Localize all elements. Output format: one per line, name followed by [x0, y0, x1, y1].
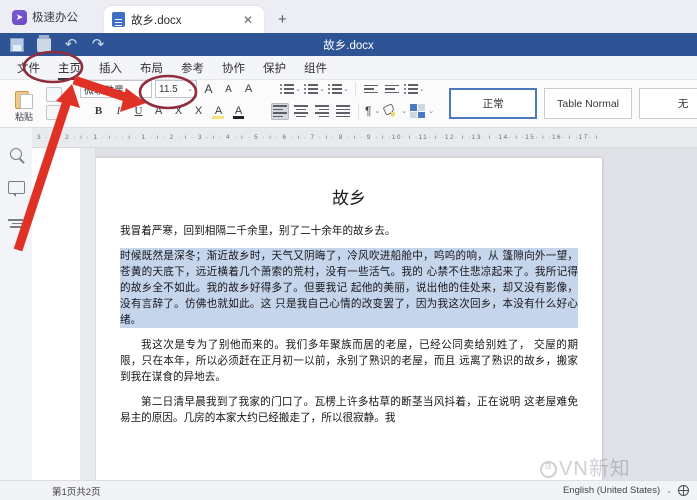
word-file-icon [112, 12, 125, 27]
cut-copy-group [43, 87, 65, 120]
ribbon-tab-file[interactable]: 文件 [8, 58, 49, 78]
style-normal[interactable]: 正常 [449, 88, 538, 119]
document-heading: 故乡 [332, 189, 366, 209]
decrease-indent-button[interactable] [362, 81, 380, 98]
borders-icon[interactable] [410, 104, 426, 118]
ribbon-tab-insert[interactable]: 插入 [90, 58, 131, 78]
side-rail [0, 128, 32, 480]
copy-icon[interactable] [46, 87, 62, 102]
redo-icon[interactable]: ↷ [91, 37, 105, 52]
paragraph-group: ⌄ ⌄ ⌄ ⌄ ¶ ⌄ ⌄ ⌄ [267, 80, 438, 128]
browser-tab-strip: ➤ 极速办公 故乡.docx ✕ + [0, 0, 697, 33]
ribbon-tab-layout[interactable]: 布局 [131, 58, 172, 78]
close-icon[interactable]: ✕ [240, 13, 256, 27]
chevron-down-icon[interactable]: ⌄ [319, 85, 325, 93]
font-name-input[interactable]: 微软雅黑 [80, 80, 152, 98]
ribbon-tab-components[interactable]: 组件 [295, 58, 336, 78]
comment-icon[interactable] [7, 181, 25, 197]
subscript-button[interactable]: X [170, 103, 187, 120]
styles-group: 正常 Table Normal 无 [444, 80, 697, 128]
document-canvas[interactable]: 故乡 我冒着严寒，回到相隔二千余里，别了二十余年的故乡去。 时候既然是深冬；渐近… [96, 148, 697, 480]
app-window: ➤ 极速办公 故乡.docx ✕ + ↶ ↷ 故乡.docx 文件 主页 插入 … [0, 0, 697, 500]
bold-button[interactable]: B [90, 103, 107, 120]
chevron-down-icon[interactable]: ⌄ [295, 85, 301, 93]
page-count-label: 第1页共2页 [52, 486, 101, 498]
paragraph-1[interactable]: 我冒着严寒，回到相隔二千余里，别了二十余年的故乡去。 [120, 223, 578, 239]
chevron-down-icon[interactable]: ⌄ [419, 85, 425, 93]
paste-button[interactable]: 粘贴 [5, 84, 43, 123]
vertical-ruler[interactable] [80, 148, 96, 480]
grow-font-button[interactable]: A [200, 81, 217, 98]
line-spacing-button[interactable]: ⌄ [403, 84, 425, 94]
style-table-normal[interactable]: Table Normal [544, 88, 633, 119]
outline-icon[interactable] [7, 215, 25, 232]
globe-icon[interactable] [677, 484, 689, 496]
multilevel-list-button[interactable]: ⌄ [328, 84, 349, 94]
new-tab-button[interactable]: + [278, 12, 287, 27]
status-bar: 第1页共2页 English (United States) ⌄ [0, 480, 697, 500]
increase-indent-button[interactable] [383, 81, 401, 98]
align-left-button[interactable] [271, 102, 289, 120]
align-justify-button[interactable] [334, 103, 352, 120]
ruler-ticks: 3 · ı · 2 · ı · 1 · ı · · ı · 1 · ı · 2 … [37, 134, 599, 141]
font-group: 微软雅黑 11.5 ⌄ A A A B I U A X X A A [76, 80, 261, 128]
italic-button[interactable]: I [110, 103, 127, 120]
font-color-button[interactable]: A [230, 103, 247, 120]
search-icon[interactable] [10, 148, 22, 160]
format-painter-icon[interactable] [46, 105, 62, 120]
document-tab-label: 故乡.docx [131, 14, 182, 27]
ribbon-tab-protect[interactable]: 保护 [254, 58, 295, 78]
language-label[interactable]: English (United States) [563, 485, 660, 496]
paper-plane-icon: ➤ [12, 9, 27, 25]
ribbon-tab-bar: 文件 主页 插入 布局 参考 协作 保护 组件 [0, 56, 697, 80]
chevron-down-icon[interactable]: ⌄ [428, 107, 434, 115]
shading-icon[interactable] [382, 103, 398, 118]
chevron-down-icon[interactable]: ⌄ [666, 487, 672, 495]
ribbon-tab-home[interactable]: 主页 [49, 58, 90, 80]
chevron-down-icon[interactable]: ⌄ [374, 107, 380, 115]
chevron-down-icon[interactable]: ⌄ [343, 85, 349, 93]
paragraph-2-selected[interactable]: 时候既然是深冬；渐近故乡时，天气又阴晦了，冷风吹进船舱中，呜呜的响，从 篷隙向外… [120, 248, 578, 328]
font-size-input[interactable]: 11.5 ⌄ [155, 80, 197, 98]
save-icon[interactable] [10, 37, 24, 52]
paste-label: 粘贴 [14, 112, 33, 122]
print-icon[interactable] [37, 34, 51, 52]
bullet-list-button[interactable]: ⌄ [280, 84, 301, 94]
superscript-button[interactable]: X [190, 103, 207, 120]
horizontal-ruler[interactable]: 3 · ı · 2 · ı · 1 · ı · · ı · 1 · ı · 2 … [32, 128, 697, 148]
show-formatting-marks-button[interactable]: ¶ [365, 104, 371, 118]
style-none[interactable]: 无 [639, 88, 697, 119]
strikethrough-button[interactable]: A [150, 103, 167, 120]
app-brand-label: 极速办公 [32, 12, 78, 24]
clipboard-icon [14, 88, 34, 109]
divider [354, 81, 356, 97]
ribbon-toolbar: 粘贴 微软雅黑 11.5 ⌄ A A A B I U A X X A A ⌄ ⌄… [0, 80, 697, 128]
title-bar: ↶ ↷ 故乡.docx [0, 33, 697, 56]
numbered-list-button[interactable]: ⌄ [304, 84, 325, 94]
paragraph-3[interactable]: 我这次是专为了别他而来的。我们多年聚族而居的老屋，已经公同卖给别姓了， 交屋的期… [120, 337, 578, 385]
clear-formatting-button[interactable]: A [240, 81, 257, 98]
app-brand: ➤ 极速办公 [0, 9, 88, 33]
chevron-down-icon[interactable]: ⌄ [401, 107, 407, 115]
divider [358, 103, 359, 119]
clipboard-group: 粘贴 [0, 80, 70, 128]
underline-button[interactable]: U [130, 103, 147, 120]
chevron-down-icon[interactable]: ⌄ [187, 85, 193, 93]
ribbon-tab-collaborate[interactable]: 协作 [213, 58, 254, 78]
undo-icon[interactable]: ↶ [64, 37, 78, 52]
align-center-button[interactable] [292, 103, 310, 120]
status-right-group: English (United States) ⌄ [563, 484, 697, 496]
document-tab[interactable]: 故乡.docx ✕ [104, 6, 264, 33]
align-right-button[interactable] [313, 103, 331, 120]
paragraph-4[interactable]: 第二日清早晨我到了我家的门口了。瓦楞上许多枯草的断茎当风抖着，正在说明 这老屋难… [120, 394, 578, 426]
font-size-value: 11.5 [159, 83, 178, 95]
quick-access-toolbar: ↶ ↷ [0, 34, 105, 52]
ribbon-tab-reference[interactable]: 参考 [172, 58, 213, 78]
highlight-color-button[interactable]: A [210, 103, 227, 120]
document-page[interactable]: 故乡 我冒着严寒，回到相隔二千余里，别了二十余年的故乡去。 时候既然是深冬；渐近… [96, 158, 602, 480]
shrink-font-button[interactable]: A [220, 81, 237, 98]
